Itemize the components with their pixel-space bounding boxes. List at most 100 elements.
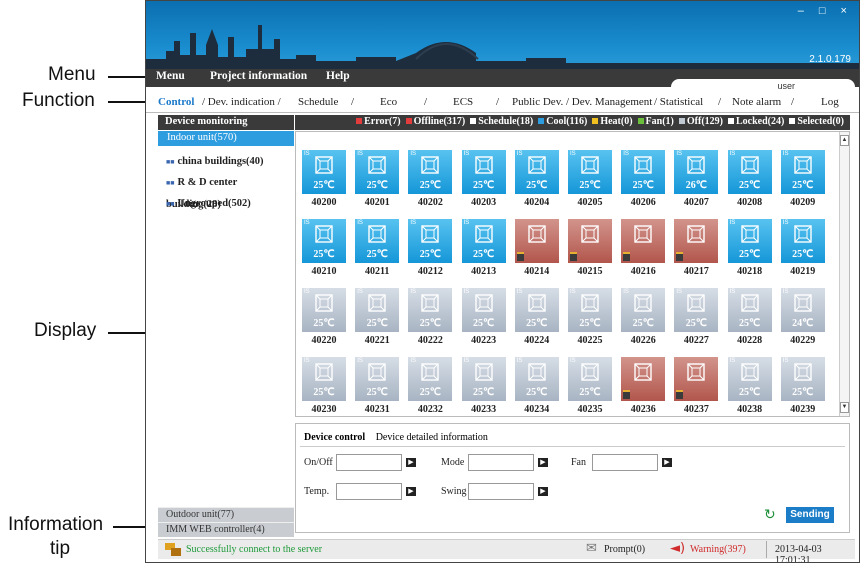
unit-tile[interactable]: IS 25℃ 40222 — [408, 288, 453, 346]
unit-tile[interactable]: IS 25℃ 40203 — [461, 150, 506, 208]
unit-tile[interactable]: IS 25℃ 40228 — [727, 288, 772, 346]
unit-tile[interactable]: IS 25℃ 40226 — [621, 288, 666, 346]
unit-tile[interactable]: 40215 — [568, 219, 612, 277]
window-controls[interactable]: – □ × — [798, 5, 853, 17]
unit-temperature: 25℃ — [366, 318, 388, 329]
cassette-ac-icon — [474, 363, 493, 386]
tab-dev-indication[interactable]: / Dev. indication / — [202, 96, 281, 108]
group-label: china buildings(40) — [177, 156, 264, 167]
unit-tile[interactable]: IS 25℃ 40230 — [302, 357, 346, 415]
mode-dropdown-arrow-icon[interactable]: ▶ — [538, 458, 548, 467]
unit-tile[interactable]: IS 25℃ 40212 — [408, 219, 453, 277]
menu-item-project-information[interactable]: Project information — [210, 70, 307, 82]
mail-icon[interactable]: ✉ — [586, 541, 597, 556]
unit-tile[interactable]: IS 25℃ 40209 — [780, 150, 825, 208]
unit-tile[interactable]: IS 25℃ 40201 — [355, 150, 400, 208]
unit-status-box: IS 25℃ — [408, 150, 453, 194]
grid-scrollbar[interactable]: ▲ ▼ — [839, 132, 849, 416]
unit-tile[interactable]: IS 25℃ 40224 — [514, 288, 559, 346]
unit-tile[interactable]: IS 25℃ 40233 — [461, 357, 506, 415]
unit-tile[interactable]: IS 25℃ 40218 — [727, 219, 772, 277]
unit-temperature: 25℃ — [738, 387, 761, 398]
is-badge: IS — [357, 358, 363, 364]
unit-tile[interactable]: IS 25℃ 40221 — [355, 288, 400, 346]
unit-status-box: IS 25℃ — [727, 219, 772, 263]
cassette-ac-icon — [528, 294, 546, 317]
group-ungrouped[interactable]: ■■ Ungrouped(502) — [158, 193, 294, 214]
imm-web-controller-item[interactable]: IMM WEB controller(4) — [158, 522, 294, 537]
onoff-select[interactable] — [336, 454, 402, 471]
unit-tile[interactable]: 40214 — [514, 219, 559, 277]
unit-id: 40238 — [737, 404, 763, 415]
unit-tile[interactable]: IS 25℃ 40223 — [461, 288, 506, 346]
unit-tile[interactable]: IS 25℃ 40220 — [302, 288, 346, 346]
menu-item-menu[interactable]: Menu — [156, 70, 185, 82]
unit-tile[interactable]: IS 26℃ 40207 — [674, 150, 719, 208]
fan-select[interactable] — [592, 454, 658, 471]
unit-tile[interactable]: IS 25℃ 40225 — [568, 288, 612, 346]
tab-schedule[interactable]: Schedule — [298, 96, 338, 108]
unit-tile[interactable]: IS 25℃ 40208 — [727, 150, 772, 208]
temp-select[interactable] — [336, 483, 402, 500]
unit-status-box: IS 25℃ — [727, 357, 772, 401]
separator: / — [424, 96, 428, 108]
legend-item: Heat(0) — [600, 116, 633, 127]
refresh-icon[interactable]: ↻ — [764, 507, 776, 523]
unit-tile[interactable]: IS 25℃ 40235 — [568, 357, 612, 415]
warning-count[interactable]: Warning(397) — [690, 544, 746, 555]
outdoor-unit-item[interactable]: Outdoor unit(77) — [158, 507, 294, 522]
unit-tile[interactable]: IS 25℃ 40213 — [461, 219, 506, 277]
tab-note-alarm[interactable]: Note alarm — [732, 96, 781, 108]
mode-select[interactable] — [468, 454, 534, 471]
unit-tile[interactable]: 40217 — [674, 219, 719, 277]
unit-tile[interactable]: IS 25℃ 40206 — [621, 150, 666, 208]
unit-tile[interactable]: IS 24℃ 40229 — [780, 288, 825, 346]
unit-tile[interactable]: IS 25℃ 40202 — [408, 150, 453, 208]
tab-dev-management[interactable]: / Dev. Management — [566, 96, 652, 108]
unit-tile[interactable]: IS 25℃ 40205 — [568, 150, 612, 208]
unit-temperature: 25℃ — [792, 387, 814, 398]
group-china-buildings[interactable]: ■■ china buildings(40) — [158, 151, 294, 172]
is-badge: IS — [304, 220, 310, 226]
unit-tile[interactable]: IS 25℃ 40204 — [514, 150, 559, 208]
unit-tile[interactable]: IS 25℃ 40210 — [302, 219, 346, 277]
unit-tile[interactable]: 40237 — [674, 357, 719, 415]
tab-ecs[interactable]: ECS — [453, 96, 473, 108]
prompt-count[interactable]: Prompt(0) — [604, 544, 645, 555]
unit-tile[interactable]: IS 25℃ 40200 — [302, 150, 346, 208]
temp-dropdown-arrow-icon[interactable]: ▶ — [406, 487, 416, 496]
tab-eco[interactable]: Eco — [380, 96, 397, 108]
swing-dropdown-arrow-icon[interactable]: ▶ — [538, 487, 548, 496]
scroll-down-arrow-icon[interactable]: ▼ — [840, 402, 849, 413]
onoff-dropdown-arrow-icon[interactable]: ▶ — [406, 458, 416, 467]
indoor-unit-item[interactable]: Indoor unit(570) — [158, 131, 294, 146]
tab-log[interactable]: Log — [821, 96, 839, 108]
swing-select[interactable] — [468, 483, 534, 500]
unit-tile[interactable]: IS 25℃ 40232 — [408, 357, 453, 415]
unit-tile[interactable]: IS 25℃ 40227 — [674, 288, 719, 346]
unit-tile[interactable]: IS 25℃ 40231 — [355, 357, 400, 415]
is-badge: IS — [623, 151, 629, 157]
warning-speaker-icon[interactable]: ◄) — [670, 541, 685, 556]
menu-item-help[interactable]: Help — [326, 70, 350, 82]
unit-status-box: IS 25℃ — [514, 288, 559, 332]
fan-dropdown-arrow-icon[interactable]: ▶ — [662, 458, 672, 467]
unit-tile[interactable]: IS 25℃ 40238 — [727, 357, 772, 415]
tab-control[interactable]: Control — [158, 96, 194, 108]
unit-tile[interactable]: IS 25℃ 40239 — [780, 357, 825, 415]
unit-tile[interactable]: IS 25℃ 40234 — [514, 357, 559, 415]
tab-public-dev[interactable]: Public Dev. — [512, 96, 563, 108]
cassette-ac-icon — [368, 156, 386, 179]
unit-tile[interactable]: IS 25℃ 40211 — [355, 219, 400, 277]
tab-device-control[interactable]: Device control — [304, 432, 365, 443]
tab-statistical[interactable]: / Statistical — [654, 96, 703, 108]
unit-tile[interactable]: 40236 — [621, 357, 666, 415]
tab-device-detailed-information[interactable]: Device detailed information — [376, 432, 488, 443]
legend-item: Error(7) — [364, 116, 401, 127]
unit-tile[interactable]: IS 25℃ 40219 — [780, 219, 825, 277]
unit-tile[interactable]: 40216 — [621, 219, 666, 277]
scroll-up-arrow-icon[interactable]: ▲ — [840, 135, 849, 146]
group-rd-center[interactable]: ■■ R & D center building(28) — [158, 172, 294, 210]
sending-button[interactable]: Sending — [786, 507, 834, 523]
unit-status-box: IS 25℃ — [355, 288, 400, 332]
